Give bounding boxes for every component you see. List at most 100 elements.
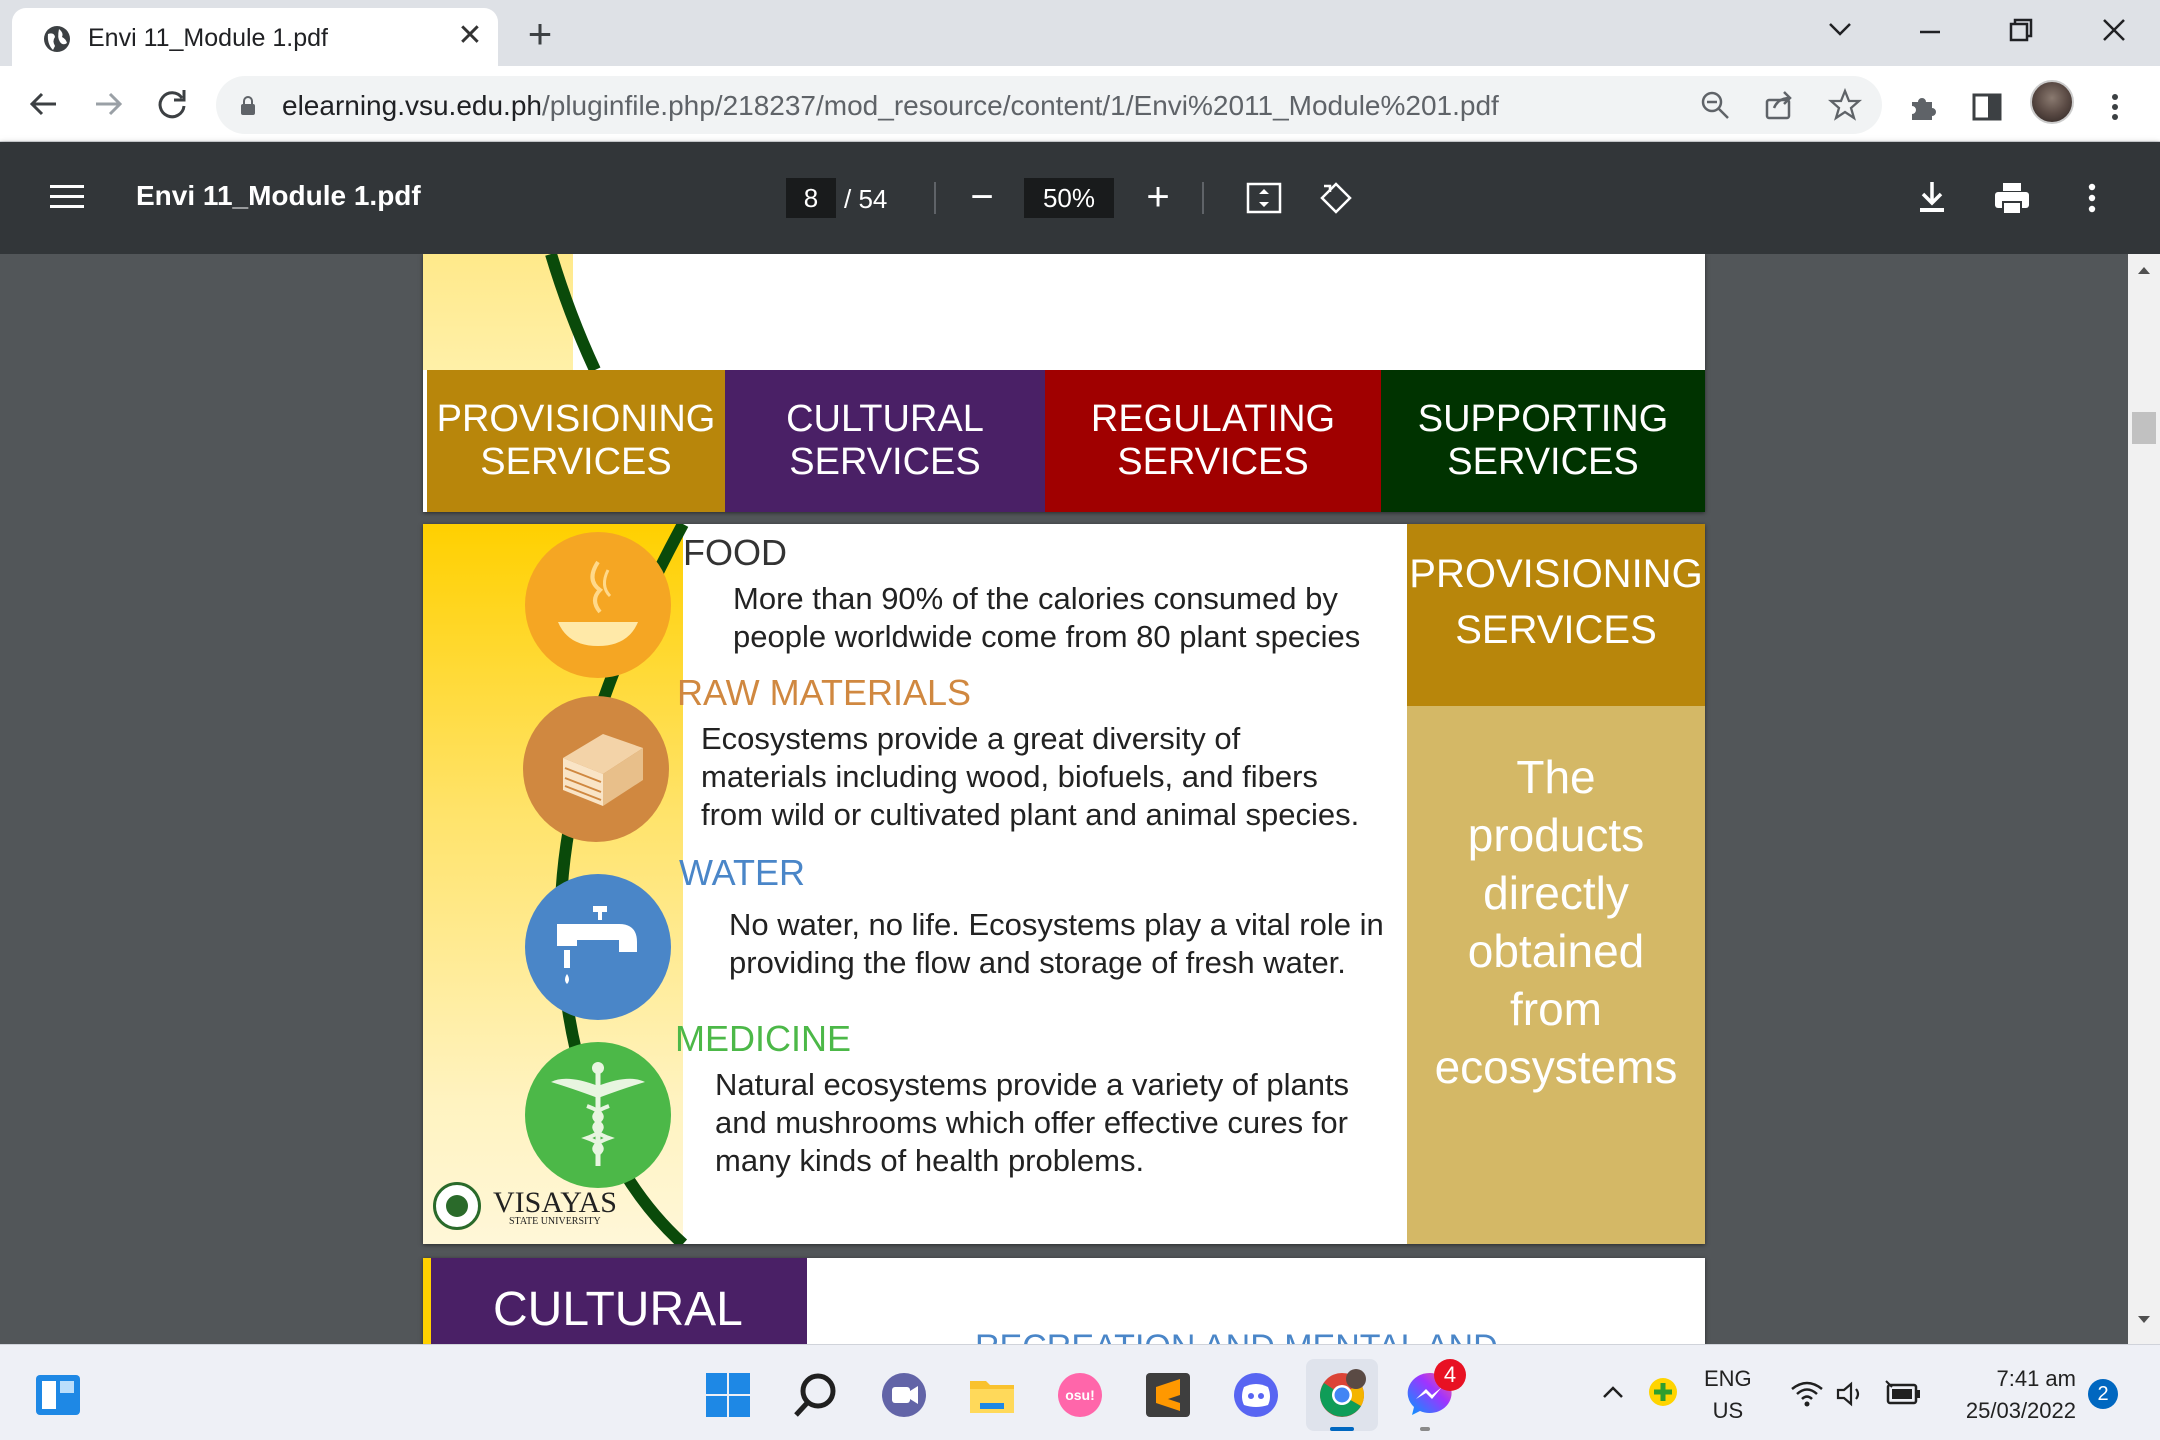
extensions-icon[interactable] <box>1906 90 1940 124</box>
pdf-page-9: CULTURAL RECREATION AND MENTAL AND <box>423 1258 1705 1344</box>
chevron-up-icon[interactable] <box>1598 1381 1628 1405</box>
service-box-provisioning: PROVISIONING SERVICES <box>427 370 725 512</box>
messenger-badge: 4 <box>1434 1359 1466 1391</box>
start-icon[interactable] <box>702 1369 754 1421</box>
scroll-down-icon[interactable] <box>2136 1314 2152 1326</box>
water-circle <box>525 874 671 1020</box>
url-text: elearning.vsu.edu.ph/pluginfile.php/2182… <box>282 90 1499 122</box>
new-tab-button[interactable]: + <box>520 13 560 55</box>
globe-icon <box>44 26 70 52</box>
discord-icon[interactable] <box>1230 1369 1282 1421</box>
pdf-file-name: Envi 11_Module 1.pdf <box>136 180 421 211</box>
body-line: many kinds of health problems. <box>715 1143 1145 1178</box>
fit-to-page-icon[interactable] <box>1244 178 1284 218</box>
minimize-icon[interactable] <box>1900 10 1960 50</box>
language-indicator[interactable]: ENG US <box>1704 1363 1752 1427</box>
side-title-box: PROVISIONING SERVICES <box>1407 524 1705 706</box>
battery-icon[interactable] <box>1884 1379 1924 1409</box>
section-heading-raw-materials: RAW MATERIALS <box>677 672 972 713</box>
side-desc-line: directly <box>1483 867 1629 919</box>
teams-chat-icon[interactable] <box>878 1369 930 1421</box>
side-desc-line: products <box>1467 809 1645 861</box>
logo-subtext: STATE UNIVERSITY <box>509 1216 601 1227</box>
page-number-input[interactable]: 8 <box>786 178 836 218</box>
medicine-circle <box>525 1042 671 1188</box>
volume-icon[interactable] <box>1834 1379 1868 1409</box>
section-heading-food: FOOD <box>683 532 787 574</box>
notification-badge[interactable]: 2 <box>2088 1379 2118 1409</box>
clock[interactable]: 7:41 am 25/03/2022 <box>1940 1363 2076 1427</box>
tab-strip: Envi 11_Module 1.pdf ✕ + <box>0 0 2160 66</box>
update-status-icon[interactable] <box>1646 1375 1680 1409</box>
restore-icon[interactable] <box>1990 10 2050 50</box>
side-panel-icon[interactable] <box>1970 90 2004 124</box>
body-line: materials including wood, biofuels, and … <box>701 759 1318 794</box>
service-title: CULTURAL <box>786 398 984 441</box>
print-icon[interactable] <box>1992 178 2032 218</box>
forward-icon[interactable] <box>86 82 130 126</box>
service-title: SUPPORTING <box>1417 398 1669 441</box>
zoom-level-input[interactable]: 50% <box>1024 178 1114 218</box>
sidebar-menu-icon[interactable] <box>50 183 84 211</box>
side-desc-line: from <box>1510 983 1602 1035</box>
file-explorer-icon[interactable] <box>966 1369 1018 1421</box>
clock-time: 7:41 am <box>1996 1366 2077 1391</box>
cultural-title-box: CULTURAL <box>431 1258 807 1344</box>
profile-avatar[interactable] <box>2030 80 2074 124</box>
section-body-raw-materials: Ecosystems provide a great diversity of … <box>701 720 1359 834</box>
bookmark-star-icon[interactable] <box>1828 88 1862 122</box>
cultural-title: CULTURAL <box>493 1283 743 1336</box>
service-subtitle: SERVICES <box>1117 441 1309 483</box>
body-line: Natural ecosystems provide a variety of … <box>715 1067 1350 1102</box>
reload-icon[interactable] <box>150 82 194 126</box>
service-subtitle: SERVICES <box>1447 441 1639 483</box>
share-icon[interactable] <box>1762 88 1796 122</box>
search-icon[interactable] <box>790 1369 842 1421</box>
wood-planks-icon <box>563 734 643 806</box>
taskbar: osu! 4 ENG US 7:41 am 25/03/2022 2 <box>0 1344 2160 1440</box>
zoom-out-button[interactable]: − <box>962 177 1002 218</box>
close-tab-icon[interactable]: ✕ <box>452 18 488 54</box>
body-line: providing the flow and storage of fresh … <box>729 945 1346 980</box>
close-window-icon[interactable] <box>2084 10 2144 50</box>
body-line: No water, no life. Ecosystems play a vit… <box>729 907 1384 942</box>
page-total: / 54 <box>844 184 888 214</box>
body-line: people worldwide come from 80 plant spec… <box>733 619 1361 654</box>
section-body-medicine: Natural ecosystems provide a variety of … <box>715 1066 1349 1180</box>
toolbar-divider <box>1202 182 1204 214</box>
water-tap-icon <box>557 906 637 984</box>
back-icon[interactable] <box>22 82 66 126</box>
food-bowl-icon <box>558 560 638 646</box>
osu-icon[interactable]: osu! <box>1054 1369 1106 1421</box>
section-body-water: No water, no life. Ecosystems play a vit… <box>729 906 1384 982</box>
wifi-icon[interactable] <box>1790 1379 1824 1409</box>
tab-search-chevron-icon[interactable] <box>1810 10 1870 50</box>
browser-tab[interactable]: Envi 11_Module 1.pdf ✕ <box>12 8 498 66</box>
section-body-food: More than 90% of the calories consumed b… <box>733 580 1360 656</box>
cultural-subtitle: RECREATION AND MENTAL AND <box>975 1328 1498 1344</box>
scrollbar-thumb[interactable] <box>2132 412 2156 444</box>
widgets-icon[interactable] <box>32 1369 84 1421</box>
zoom-in-button[interactable]: + <box>1138 177 1178 218</box>
download-icon[interactable] <box>1912 178 1952 218</box>
browser-menu-icon[interactable] <box>2098 90 2132 124</box>
body-line: from wild or cultivated plant and animal… <box>701 797 1360 832</box>
clock-date: 25/03/2022 <box>1965 1398 2076 1423</box>
sublime-text-icon[interactable] <box>1142 1369 1194 1421</box>
service-title: PROVISIONING <box>436 398 716 441</box>
scroll-up-icon[interactable] <box>2136 264 2152 276</box>
section-heading-medicine: MEDICINE <box>675 1018 852 1059</box>
rotate-icon[interactable] <box>1316 178 1356 218</box>
zoom-icon[interactable] <box>1698 88 1732 122</box>
more-options-icon[interactable] <box>2072 178 2112 218</box>
svg-text:osu!: osu! <box>1065 1387 1095 1403</box>
page-side-stripe <box>423 1258 431 1344</box>
address-bar[interactable]: elearning.vsu.edu.ph/pluginfile.php/2182… <box>216 76 1882 134</box>
url-path: /pluginfile.php/218237/mod_resource/cont… <box>541 90 1499 121</box>
pdf-viewer[interactable]: PROVISIONING SERVICES CULTURAL SERVICES RE… <box>0 254 2160 1344</box>
university-seal-icon <box>433 1182 481 1230</box>
tab-title: Envi 11_Module 1.pdf <box>88 24 328 52</box>
toolbar-divider <box>934 182 936 214</box>
chrome-icon[interactable] <box>1316 1369 1368 1421</box>
vertical-scrollbar[interactable] <box>2128 254 2160 1344</box>
